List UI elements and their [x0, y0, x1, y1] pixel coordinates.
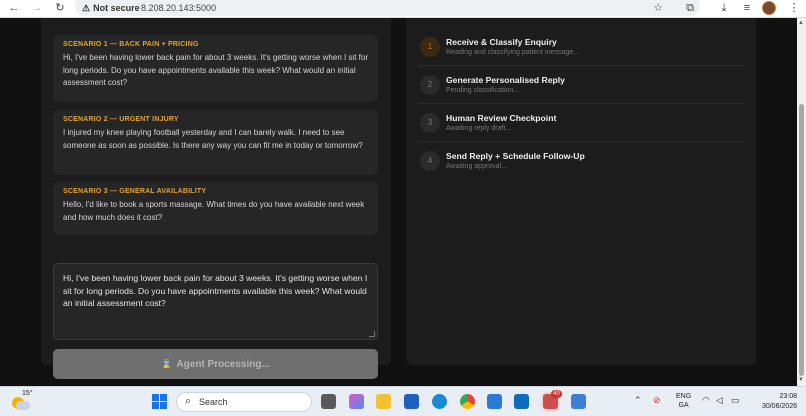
step-status: Awaiting reply draft... [446, 125, 512, 132]
menu-kebab-icon[interactable]: ⋮ [787, 0, 801, 18]
scenario-text: Hello, I'd like to book a sports massage… [63, 200, 365, 222]
workflow-step-2: 2 Generate Personalised Reply Pending cl… [418, 66, 744, 104]
security-indicator[interactable]: ⚠ Not secure [82, 0, 140, 16]
step-title: Human Review Checkpoint [446, 113, 557, 123]
edge-icon[interactable] [432, 394, 447, 409]
scenario-title: SCENARIO 2 — URGENT INJURY [63, 116, 179, 123]
scenario-card-3[interactable]: SCENARIO 3 — GENERAL AVAILABILITY Hello,… [53, 182, 378, 235]
agent-processing-label: Agent Processing... [176, 359, 270, 370]
vscode-icon[interactable] [487, 394, 502, 409]
scenario-text: I injured my knee playing football yeste… [63, 128, 363, 150]
profile-avatar[interactable] [762, 1, 776, 15]
scenario-card-1[interactable]: SCENARIO 1 — BACK PAIN + PRICING Hi, I'v… [53, 35, 378, 102]
volume-icon[interactable]: ◁ [716, 395, 723, 406]
step-number: 4 [420, 151, 440, 171]
search-label: Search [199, 397, 228, 407]
task-view-icon[interactable] [321, 394, 336, 409]
search-icon: ⌕ [185, 395, 192, 407]
agent-processing-button[interactable]: ⌛ Agent Processing... [53, 349, 378, 379]
wifi-icon[interactable]: ◠ [702, 395, 710, 406]
tray-overflow-icon[interactable]: ⌃ [634, 395, 642, 406]
step-title: Generate Personalised Reply [446, 75, 565, 85]
message-text: Hi, I've been having lower back pain for… [63, 273, 368, 308]
photos-icon[interactable] [571, 394, 586, 409]
warning-icon: ⚠ [82, 3, 91, 13]
workflow-step-4: 4 Send Reply + Schedule Follow-Up Awaiti… [418, 142, 744, 180]
outlook-icon[interactable] [514, 394, 529, 409]
language-indicator[interactable]: ENG GA [676, 392, 691, 410]
input-panel: SCENARIO 1 — BACK PAIN + PRICING Hi, I'v… [41, 18, 391, 379]
page-viewport: SCENARIO 1 — BACK PAIN + PRICING Hi, I'v… [0, 18, 797, 386]
workflow-panel: 1 Receive & Classify Enquiry Reading and… [406, 18, 756, 365]
taskbar-search[interactable]: ⌕ Search [176, 392, 312, 412]
scroll-up-icon[interactable]: ▲ [798, 20, 804, 26]
browser-toolbar: ← → ↻ ⚠ Not secure 8.208.20.143:5000 ☆ ⧉ … [0, 0, 806, 18]
workflow-step-1: 1 Receive & Classify Enquiry Reading and… [418, 28, 744, 66]
url-text[interactable]: 8.208.20.143:5000 [141, 0, 216, 16]
scenario-text: Hi, I've been having lower back pain for… [63, 53, 368, 87]
security-tray-icon[interactable]: ⊘ [653, 395, 661, 406]
reload-icon[interactable]: ↻ [53, 0, 67, 18]
scenario-title: SCENARIO 3 — GENERAL AVAILABILITY [63, 188, 207, 195]
workflow-step-3: 3 Human Review Checkpoint Awaiting reply… [418, 104, 744, 142]
media-icon[interactable]: ≡ [740, 0, 754, 18]
copilot-icon[interactable] [349, 394, 364, 409]
weather-temperature: 15° [22, 390, 33, 397]
hourglass-icon: ⌛ [161, 359, 173, 369]
chrome-icon[interactable] [460, 394, 475, 409]
scrollbar-thumb[interactable] [799, 104, 804, 376]
system-clock[interactable]: 23:08 30/06/2026 [752, 392, 797, 412]
step-title: Send Reply + Schedule Follow-Up [446, 151, 585, 161]
file-explorer-icon[interactable] [376, 394, 391, 409]
bookmark-star-icon[interactable]: ☆ [651, 0, 665, 18]
scroll-down-icon[interactable]: ▼ [798, 377, 804, 383]
scenario-title: SCENARIO 1 — BACK PAIN + PRICING [63, 41, 199, 48]
windows-start-icon[interactable] [152, 394, 167, 409]
store-icon[interactable] [404, 394, 419, 409]
resize-grip-icon[interactable] [369, 331, 375, 337]
step-number: 3 [420, 113, 440, 133]
os-taskbar: 15° ⌕ Search ⌃ ⊘ ENG GA ◠ ◁ ▭ 23:08 30/0… [0, 386, 806, 416]
forward-icon[interactable]: → [30, 0, 44, 18]
message-textarea[interactable]: Hi, I've been having lower back pain for… [53, 263, 378, 340]
step-title: Receive & Classify Enquiry [446, 37, 557, 47]
download-icon[interactable]: ⤓ [717, 0, 731, 18]
step-status: Pending classification... [446, 87, 520, 94]
back-icon[interactable]: ← [7, 0, 21, 18]
step-status: Awaiting approval... [446, 163, 507, 170]
step-number: 1 [420, 37, 440, 57]
step-status: Reading and classifying patient message.… [446, 49, 580, 56]
battery-icon[interactable]: ▭ [731, 395, 740, 406]
step-number: 2 [420, 75, 440, 95]
scenario-card-2[interactable]: SCENARIO 2 — URGENT INJURY I injured my … [53, 110, 378, 175]
mail-badge: 40 [551, 390, 562, 398]
extensions-icon[interactable]: ⧉ [683, 0, 697, 18]
